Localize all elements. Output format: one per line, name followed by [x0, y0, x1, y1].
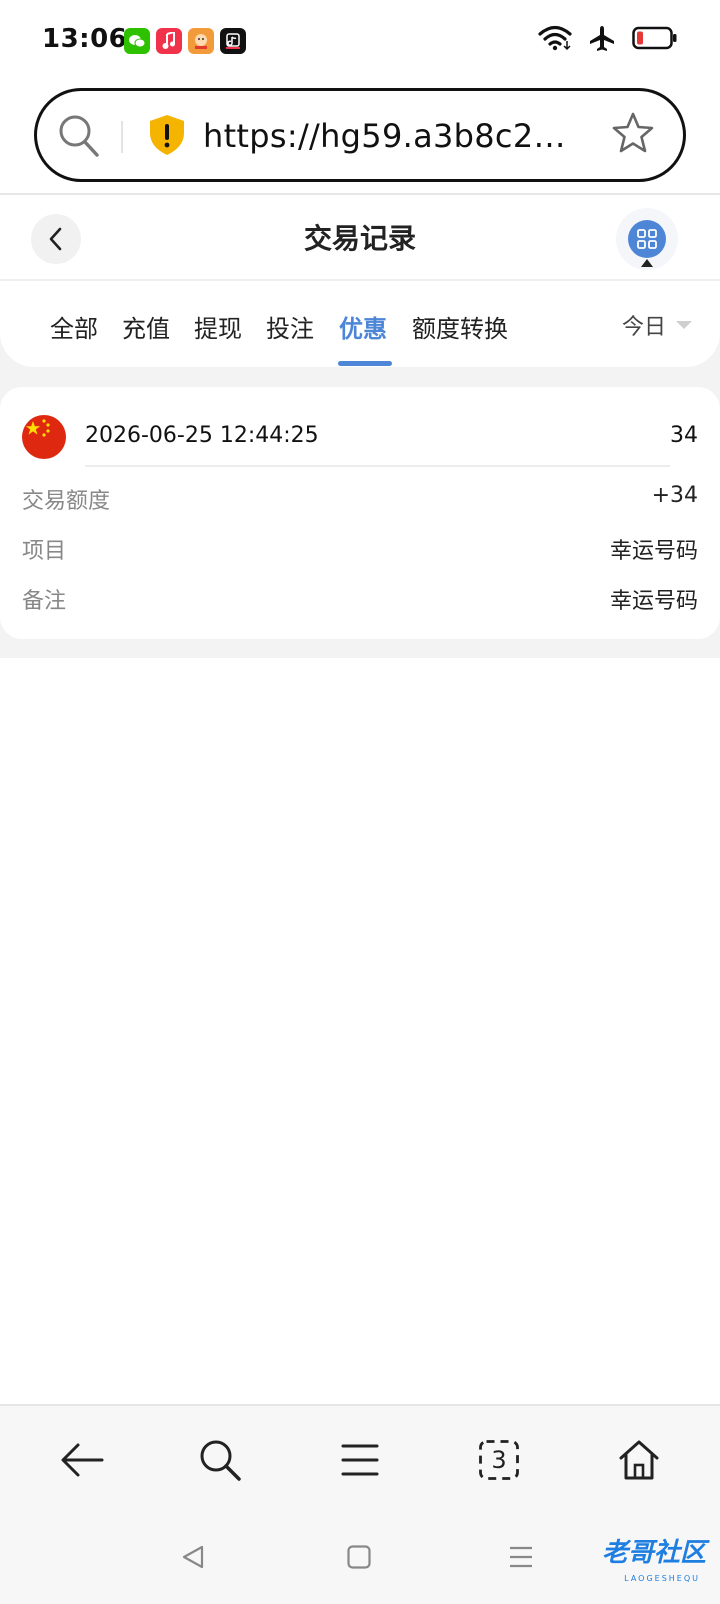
row-value: +34: [651, 483, 698, 508]
status-indicators: [538, 24, 678, 56]
watermark-logo: 老哥社区: [601, 1538, 706, 1568]
tab-promotion[interactable]: 优惠: [339, 309, 387, 344]
tab-count: 3: [491, 1446, 507, 1474]
url-text[interactable]: https://hg59.a3b8c2d9e...: [203, 117, 583, 155]
tab-all[interactable]: 全部: [50, 309, 98, 344]
record-divider: [85, 465, 670, 467]
status-time: 13:06: [42, 24, 128, 54]
address-bar[interactable]: https://hg59.a3b8c2d9e...: [34, 88, 686, 182]
menu-icon[interactable]: [330, 1430, 390, 1490]
active-tab-indicator: [338, 361, 392, 366]
video-icon: [220, 28, 246, 54]
battery-icon: [632, 26, 678, 54]
system-nav-bar: 老哥社区 LAOGESHEQU: [0, 1514, 720, 1604]
caret-up-icon: [641, 259, 653, 267]
search-icon[interactable]: [57, 111, 101, 163]
filter-tabs: 全部 充值 提现 投注 优惠 额度转换 今日: [0, 283, 720, 367]
music-icon: [156, 28, 182, 54]
china-flag-icon: [22, 415, 66, 459]
home-icon[interactable]: [609, 1430, 669, 1490]
page-header: 交易记录: [0, 195, 720, 281]
search-icon[interactable]: [190, 1430, 250, 1490]
wifi-icon: [538, 25, 572, 55]
chevron-down-icon: [676, 321, 692, 329]
record-datetime: 2026-06-25 12:44:25: [85, 423, 319, 448]
game-icon: [188, 28, 214, 54]
row-value: 幸运号码: [609, 589, 698, 614]
notification-app-icons: [124, 28, 246, 54]
home-square-icon[interactable]: [346, 1544, 372, 1574]
grid-icon: [628, 220, 666, 258]
watermark-subtitle: LAOGESHEQU: [624, 1574, 700, 1583]
tabs-icon[interactable]: 3: [469, 1430, 529, 1490]
row-label: 备注: [22, 589, 67, 614]
tab-withdraw[interactable]: 提现: [194, 309, 242, 344]
row-value: 幸运号码: [609, 539, 698, 564]
tab-bet[interactable]: 投注: [266, 309, 314, 344]
row-label: 交易额度: [22, 489, 111, 514]
status-bar: 13:06: [0, 0, 720, 82]
browser-bottom-nav: 3: [0, 1404, 720, 1514]
airplane-icon: [588, 24, 616, 56]
page-title: 交易记录: [303, 222, 416, 255]
transaction-record-card: 2026-06-25 12:44:25 34 交易额度 +34 项目 幸运号码 …: [0, 387, 720, 639]
tab-transfer[interactable]: 额度转换: [412, 309, 508, 344]
recent-lines-icon[interactable]: [508, 1544, 534, 1574]
tab-deposit[interactable]: 充值: [122, 309, 170, 344]
address-bar-separator: [121, 121, 123, 153]
date-filter-label: 今日: [621, 315, 666, 340]
wechat-icon: [124, 28, 150, 54]
bookmark-star-icon[interactable]: [611, 111, 655, 159]
date-filter-dropdown[interactable]: 今日: [622, 309, 692, 341]
back-triangle-icon[interactable]: [180, 1544, 206, 1574]
back-arrow-icon[interactable]: [52, 1430, 112, 1490]
security-shield-icon[interactable]: [147, 113, 187, 161]
row-label: 项目: [22, 539, 67, 564]
record-amount: 34: [670, 423, 698, 448]
